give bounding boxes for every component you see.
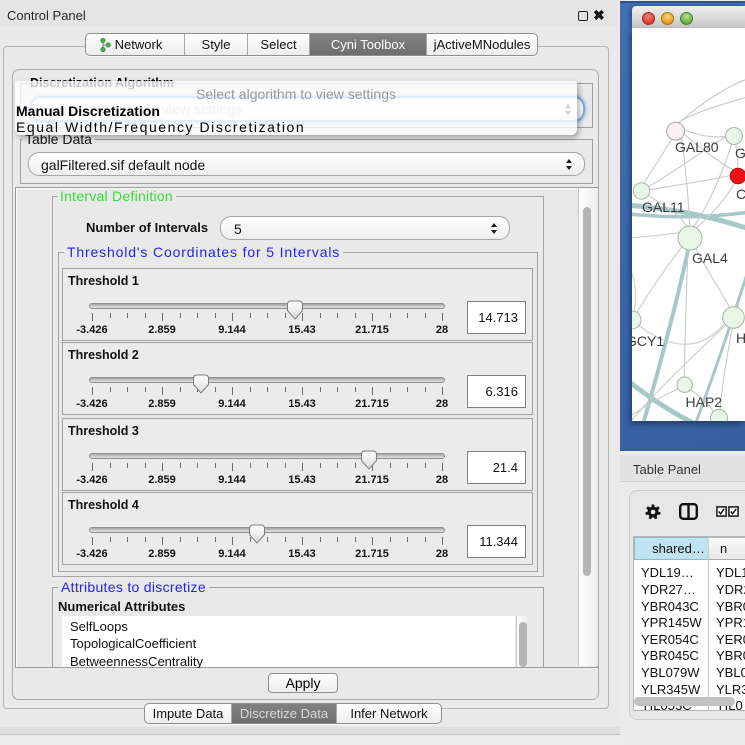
svg-text:H: H (736, 330, 745, 346)
svg-text:HAP2: HAP2 (686, 394, 723, 410)
svg-text:GAL80: GAL80 (675, 139, 719, 155)
svg-text:GCY1: GCY1 (632, 333, 664, 349)
svg-text:C: C (736, 186, 745, 202)
svg-text:GAL11: GAL11 (642, 199, 685, 215)
svg-text:GAL4: GAL4 (692, 250, 728, 266)
svg-text:GA: GA (735, 145, 745, 161)
